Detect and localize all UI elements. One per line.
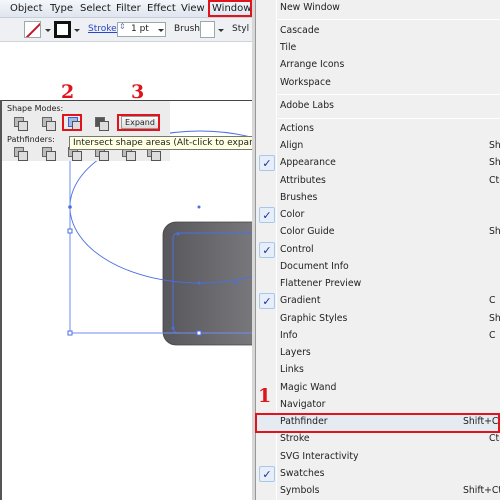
menu-item-label: Flattener Preview (280, 278, 362, 290)
unite-icon[interactable] (14, 117, 28, 131)
artboard[interactable] (0, 0, 252, 500)
menu-item-label: Pathfinder (280, 416, 328, 428)
menu-item-shortcut: C (489, 295, 496, 307)
menu-item-label: Symbols (280, 485, 320, 497)
divide-icon[interactable] (14, 147, 28, 161)
menu-item-workspace[interactable]: Workspace (255, 75, 500, 92)
menu-item-label: New Window (280, 2, 340, 13)
menu-item-label: Stroke (280, 433, 310, 445)
checkmark-icon: ✓ (259, 207, 275, 224)
menu-item-color-guide[interactable]: Color Guide Sh (255, 224, 500, 241)
menu-item-label: Gradient (280, 295, 321, 307)
menu-item-swatches[interactable]: ✓ Swatches (255, 465, 500, 483)
menu-item-control[interactable]: ✓ Control (255, 241, 500, 259)
pathfinders-label: Pathfinders: (7, 135, 55, 144)
menu-item-navigator[interactable]: Navigator (255, 397, 500, 414)
menu-item-label: Color Guide (280, 226, 335, 238)
menu-item-brushes[interactable]: Brushes (255, 190, 500, 207)
menu-separator (278, 118, 500, 119)
menu-item-arrange-icons[interactable]: Arrange Icons (255, 57, 500, 74)
menu-separator (278, 94, 500, 95)
menu-item-label: Appearance (280, 157, 336, 169)
expand-callout-box (117, 114, 160, 131)
menu-item-label: SVG Interactivity (280, 450, 359, 462)
menu-item-shortcut: Shift+Ctr (463, 485, 500, 497)
menu-item-shortcut: Ctr (489, 174, 500, 186)
menu-item-shortcut: Sh (489, 226, 500, 238)
intersect-callout-box (62, 114, 82, 131)
menu-item-adobe-labs[interactable]: Adobe Labs (255, 98, 500, 115)
menu-item-shortcut: Sh (489, 140, 500, 152)
menu-item-label: Control (280, 243, 314, 255)
checkmark-icon: ✓ (259, 155, 275, 172)
rounded-rectangle-shape (162, 221, 252, 346)
menu-item-label: Magic Wand (280, 381, 337, 393)
menu-item-label: Workspace (280, 76, 331, 88)
callout-number-3: 3 (131, 81, 145, 103)
menu-item-label: Cascade (280, 25, 320, 36)
menu-item-appearance[interactable]: ✓ Appearance Sh (255, 155, 500, 172)
menu-item-shortcut: C (489, 329, 496, 341)
trim-icon[interactable] (42, 147, 56, 161)
menu-item-graphic-styles[interactable]: Graphic Styles Sh (255, 311, 500, 328)
menu-item-label: Graphic Styles (280, 312, 348, 324)
menu-item-symbols[interactable]: Symbols Shift+Ctr (255, 483, 500, 500)
menu-item-shortcut: Shift+C (463, 416, 499, 428)
menu-item-label: Adobe Labs (280, 100, 334, 111)
menu-item-layers[interactable]: Layers (255, 345, 500, 362)
menu-item-stroke[interactable]: Stroke Ctr (255, 431, 500, 448)
menu-item-label: Layers (280, 347, 311, 359)
menu-item-label: Tile (280, 42, 297, 54)
menu-item-label: Arrange Icons (280, 59, 345, 71)
shape-modes-label: Shape Modes: (7, 104, 64, 113)
menu-item-shortcut: Sh (489, 312, 500, 324)
menu-item-attributes[interactable]: Attributes Ctr (255, 173, 500, 190)
minus-front-icon[interactable] (42, 117, 56, 131)
tooltip: Intersect shape areas (Alt-click to expa… (69, 136, 268, 150)
menu-item-document-info[interactable]: Document Info (255, 259, 500, 276)
menu-item-gradient[interactable]: ✓ Gradient C (255, 293, 500, 310)
menu-item-cascade[interactable]: Cascade (255, 23, 500, 40)
menu-item-label: Actions (280, 123, 314, 134)
checkmark-icon: ✓ (259, 241, 275, 258)
menu-separator (278, 19, 500, 20)
menu-item-label: Brushes (280, 191, 318, 203)
callout-number-2: 2 (61, 81, 75, 103)
menu-item-label: Document Info (280, 260, 349, 272)
menu-item-label: Align (280, 140, 304, 152)
menu-item-info[interactable]: Info C (255, 328, 500, 345)
menu-item-shortcut: Ctr (489, 433, 500, 445)
menu-item-shortcut: Sh (489, 157, 500, 169)
menu-item-actions[interactable]: Actions (255, 121, 500, 138)
menu-item-color[interactable]: ✓ Color (255, 207, 500, 224)
menu-item-links[interactable]: Links (255, 362, 500, 379)
menu-item-label: Swatches (280, 467, 325, 479)
checkmark-icon: ✓ (259, 293, 275, 310)
menu-item-flattener-preview[interactable]: Flattener Preview (255, 276, 500, 293)
pathfinder-panel: Shape Modes: Expand Pathfinders: (2, 101, 170, 161)
menu-item-label: Info (280, 329, 298, 341)
menu-item-align[interactable]: Align Sh (255, 138, 500, 155)
menu-item-pathfinder[interactable]: Pathfinder Shift+C (255, 414, 500, 431)
menu-item-svg-interactivity[interactable]: SVG Interactivity (255, 449, 500, 466)
menu-item-new-window[interactable]: New Window (255, 0, 500, 17)
menu-item-label: Color (280, 209, 305, 221)
menu-item-tile[interactable]: Tile (255, 40, 500, 57)
menu-item-label: Links (280, 364, 304, 376)
menu-item-label: Attributes (280, 174, 326, 186)
menu-item-label: Navigator (280, 398, 326, 410)
exclude-icon[interactable] (95, 117, 109, 131)
menu-item-magic-wand[interactable]: Magic Wand (255, 380, 500, 397)
checkmark-icon: ✓ (259, 465, 275, 482)
